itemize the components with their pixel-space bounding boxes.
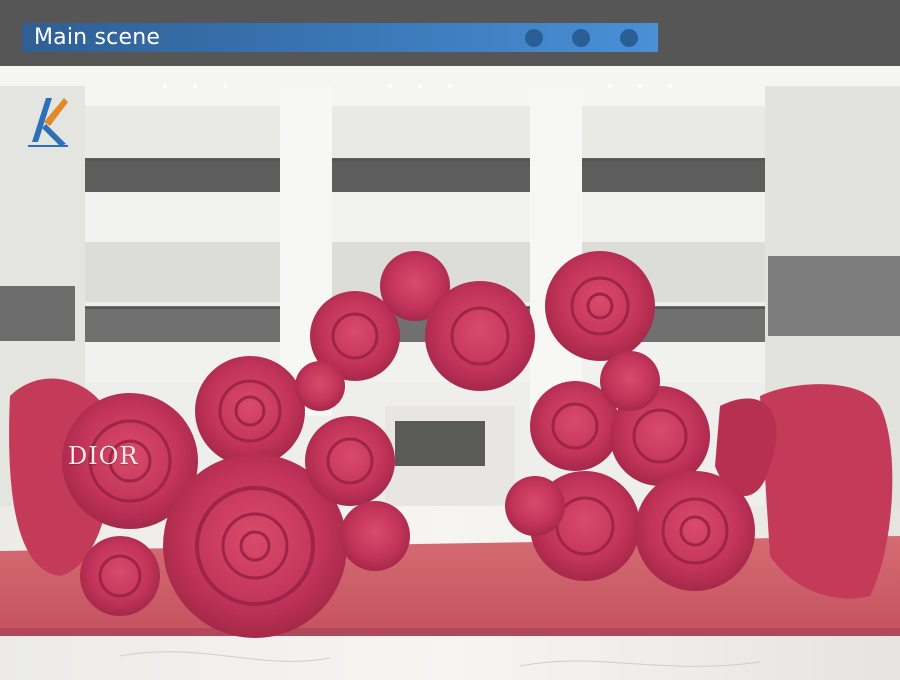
title-band: Main scene xyxy=(22,23,658,52)
page-title: Main scene xyxy=(34,25,161,50)
indicator-dot-3 xyxy=(620,29,638,47)
indicator-dot-1 xyxy=(525,29,543,47)
header-bar: Main scene xyxy=(0,0,900,66)
brand-sign-text: DIOR xyxy=(68,442,139,470)
main-scene-photo: DIOR xyxy=(0,66,900,680)
mall-atrium-illustration xyxy=(0,66,900,680)
brand-logo-icon xyxy=(28,98,68,147)
indicator-dot-2 xyxy=(572,29,590,47)
